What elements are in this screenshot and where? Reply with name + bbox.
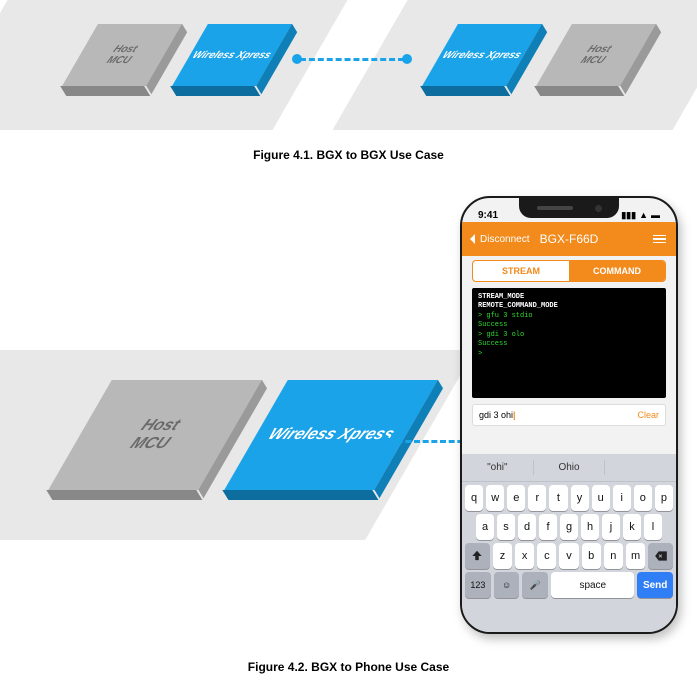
key-n[interactable]: n bbox=[604, 543, 623, 569]
key-i[interactable]: i bbox=[613, 485, 631, 511]
backspace-icon bbox=[654, 549, 668, 563]
key-backspace[interactable] bbox=[648, 543, 673, 569]
key-send[interactable]: Send bbox=[637, 572, 673, 598]
key-y[interactable]: y bbox=[571, 485, 589, 511]
terminal-output: STREAM_MODE REMOTE_COMMAND_MODE > gfu 3 … bbox=[472, 288, 666, 398]
suggestion-bar: "ohi" Ohio bbox=[462, 454, 676, 482]
key-p[interactable]: p bbox=[655, 485, 673, 511]
key-o[interactable]: o bbox=[634, 485, 652, 511]
fig1-caption: Figure 4.1. BGX to BGX Use Case bbox=[0, 148, 697, 162]
key-u[interactable]: u bbox=[592, 485, 610, 511]
speaker-icon bbox=[537, 206, 573, 210]
app-navbar: Disconnect BGX-F66D bbox=[462, 222, 676, 256]
status-time: 9:41 bbox=[478, 210, 498, 221]
camera-icon bbox=[595, 205, 602, 212]
clear-button[interactable]: Clear bbox=[637, 410, 659, 420]
fig1-platform-left bbox=[0, 0, 348, 130]
term-line: STREAM_MODE bbox=[478, 293, 660, 302]
key-k[interactable]: k bbox=[623, 514, 641, 540]
key-d[interactable]: d bbox=[518, 514, 536, 540]
key-z[interactable]: z bbox=[493, 543, 512, 569]
key-t[interactable]: t bbox=[549, 485, 567, 511]
key-shift[interactable] bbox=[465, 543, 490, 569]
key-emoji[interactable]: ☺ bbox=[494, 572, 520, 598]
key-row-1: q w e r t y u i o p bbox=[462, 482, 676, 511]
key-l[interactable]: l bbox=[644, 514, 662, 540]
wifi-icon: ▲ bbox=[639, 210, 648, 220]
tab-stream[interactable]: STREAM bbox=[473, 261, 569, 281]
wireless-xpress-label: Wireless Xpress bbox=[440, 50, 524, 61]
menu-button[interactable] bbox=[653, 235, 666, 244]
command-input-row: gdi 3 ohi| Clear bbox=[472, 404, 666, 426]
chevron-left-icon bbox=[468, 234, 478, 244]
fig1-dashed-link bbox=[300, 58, 404, 61]
suggestion[interactable] bbox=[605, 466, 676, 470]
key-f[interactable]: f bbox=[539, 514, 557, 540]
host-mcu-label: Host MCU bbox=[104, 44, 139, 66]
key-j[interactable]: j bbox=[602, 514, 620, 540]
suggestion[interactable]: "ohi" bbox=[462, 460, 534, 475]
signal-icon: ▮▮▮ bbox=[621, 210, 636, 220]
fig1-link-node-right bbox=[402, 54, 412, 64]
term-line: REMOTE_COMMAND_MODE bbox=[478, 302, 660, 311]
term-line: > gdi 3 olo bbox=[478, 331, 660, 340]
host-mcu-label: Host MCU bbox=[126, 417, 183, 453]
tab-command[interactable]: COMMAND bbox=[569, 261, 665, 281]
suggestion[interactable]: Ohio bbox=[534, 460, 606, 475]
navbar-title: BGX-F66D bbox=[540, 232, 599, 246]
keyboard: "ohi" Ohio q w e r t y u i o p a s d f bbox=[462, 454, 676, 632]
key-row-3: z x c v b n m bbox=[462, 540, 676, 569]
phone-mockup: 9:41 ▮▮▮▲▬ Disconnect BGX-F66D STREAM CO… bbox=[460, 196, 678, 634]
key-row-4: 123 ☺ 🎤 space Send bbox=[462, 569, 676, 598]
key-x[interactable]: x bbox=[515, 543, 534, 569]
key-b[interactable]: b bbox=[582, 543, 601, 569]
key-m[interactable]: m bbox=[626, 543, 645, 569]
key-s[interactable]: s bbox=[497, 514, 515, 540]
key-row-2: a s d f g h j k l bbox=[462, 511, 676, 540]
command-input[interactable]: gdi 3 ohi| bbox=[479, 410, 633, 420]
key-a[interactable]: a bbox=[476, 514, 494, 540]
key-mic[interactable]: 🎤 bbox=[522, 572, 548, 598]
key-space[interactable]: space bbox=[551, 572, 634, 598]
key-q[interactable]: q bbox=[465, 485, 483, 511]
host-mcu-label: Host MCU bbox=[578, 44, 613, 66]
back-button[interactable]: Disconnect bbox=[468, 234, 529, 245]
back-label: Disconnect bbox=[480, 234, 529, 245]
wireless-xpress-label: Wireless Xpress bbox=[190, 50, 274, 61]
key-g[interactable]: g bbox=[560, 514, 578, 540]
term-line: > bbox=[478, 350, 660, 359]
fig2-caption: Figure 4.2. BGX to Phone Use Case bbox=[0, 660, 697, 674]
key-v[interactable]: v bbox=[559, 543, 578, 569]
key-e[interactable]: e bbox=[507, 485, 525, 511]
term-line: > gfu 3 stdio bbox=[478, 312, 660, 321]
term-line: Success bbox=[478, 340, 660, 349]
key-w[interactable]: w bbox=[486, 485, 504, 511]
key-r[interactable]: r bbox=[528, 485, 546, 511]
term-line: Success bbox=[478, 321, 660, 330]
phone-notch bbox=[519, 198, 619, 218]
wireless-xpress-label: Wireless Xpress bbox=[264, 426, 398, 444]
key-numbers[interactable]: 123 bbox=[465, 572, 491, 598]
key-h[interactable]: h bbox=[581, 514, 599, 540]
battery-icon: ▬ bbox=[651, 210, 660, 220]
key-c[interactable]: c bbox=[537, 543, 556, 569]
mode-tabs: STREAM COMMAND bbox=[472, 260, 666, 282]
shift-icon bbox=[470, 549, 484, 563]
status-icons: ▮▮▮▲▬ bbox=[618, 210, 660, 221]
